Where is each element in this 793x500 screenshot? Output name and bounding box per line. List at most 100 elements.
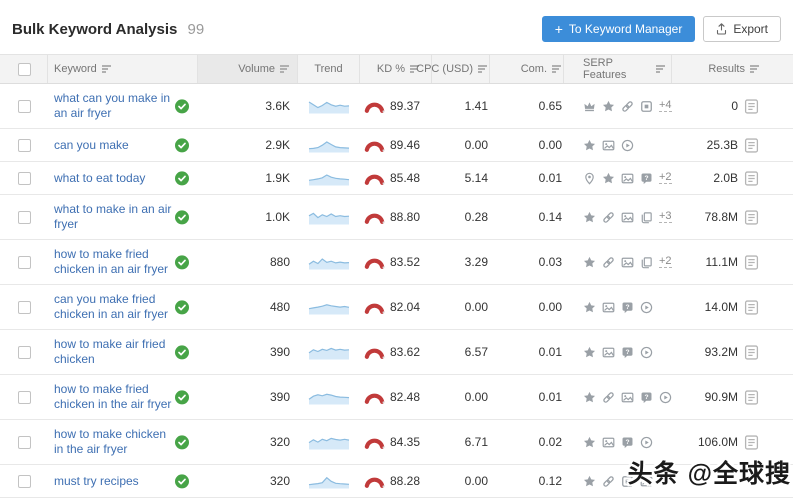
volume-value: 880 bbox=[269, 255, 290, 269]
table-row: can you make fried chicken in an air fry… bbox=[0, 285, 793, 330]
check-icon bbox=[174, 434, 190, 450]
keyword-link[interactable]: can you make fried chicken in an air fry… bbox=[54, 285, 174, 329]
trend-sparkline bbox=[307, 342, 351, 363]
cpc-value: 0.00 bbox=[464, 138, 488, 152]
bulk-keyword-analysis-page: Bulk Keyword Analysis 99 + To Keyword Ma… bbox=[0, 0, 793, 500]
kd-value: 88.80 bbox=[389, 210, 420, 224]
pages-icon bbox=[640, 256, 653, 269]
table-row: what to eat today 1.9K 85.48 5.14 0.01 ?… bbox=[0, 162, 793, 195]
column-header-results[interactable]: Results bbox=[672, 55, 769, 83]
kd-gauge-icon bbox=[364, 211, 385, 224]
sort-icon bbox=[101, 64, 111, 75]
row-checkbox-cell bbox=[12, 255, 48, 269]
keyword-link[interactable]: how to make chicken in the air fryer bbox=[54, 420, 174, 464]
card-icon bbox=[640, 100, 653, 113]
keyword-link[interactable]: can you make bbox=[54, 131, 129, 160]
faq-icon: ? bbox=[621, 346, 634, 359]
export-button[interactable]: Export bbox=[703, 16, 781, 42]
table-header-row: Keyword Volume Trend KD % CPC (USD) Com. bbox=[0, 54, 793, 84]
column-label-com: Com. bbox=[520, 63, 547, 75]
keyword-link[interactable]: what to eat today bbox=[54, 164, 145, 193]
volume-value: 3.6K bbox=[265, 99, 290, 113]
column-header-cpc[interactable]: CPC (USD) bbox=[404, 55, 490, 83]
cpc-value: 3.29 bbox=[464, 255, 488, 269]
serp-report-icon[interactable] bbox=[744, 299, 759, 315]
trend-sparkline bbox=[307, 432, 351, 453]
row-checkbox[interactable] bbox=[18, 210, 31, 224]
column-header-volume[interactable]: Volume bbox=[198, 55, 298, 83]
image-icon bbox=[602, 346, 615, 359]
serp-report-icon[interactable] bbox=[744, 434, 759, 450]
row-checkbox[interactable] bbox=[18, 255, 31, 269]
serp-features-cell: ? +2 bbox=[564, 172, 672, 185]
row-checkbox[interactable] bbox=[18, 99, 31, 113]
keyword-link[interactable]: how to make air fried chicken bbox=[54, 330, 174, 374]
image-icon bbox=[640, 475, 653, 488]
keyword-link[interactable]: what can you make in an air fryer bbox=[54, 84, 174, 128]
keyword-link[interactable]: how to make fried chicken in the air fry… bbox=[54, 375, 174, 419]
svg-text:?: ? bbox=[625, 303, 629, 310]
serp-report-icon[interactable] bbox=[744, 389, 759, 405]
results-cell: 11.1M bbox=[672, 254, 769, 270]
link-icon bbox=[602, 475, 615, 488]
results-value: 14.0M bbox=[704, 300, 738, 314]
check-icon bbox=[174, 473, 190, 489]
trend-cell bbox=[298, 432, 360, 453]
keyword-link[interactable]: must try recipes bbox=[54, 467, 139, 496]
trend-cell bbox=[298, 342, 360, 363]
star-icon bbox=[583, 391, 596, 404]
faq-icon: ? bbox=[640, 391, 653, 404]
link-icon bbox=[602, 391, 615, 404]
row-checkbox[interactable] bbox=[18, 138, 31, 152]
sort-icon bbox=[478, 64, 487, 75]
trend-cell bbox=[298, 207, 360, 228]
trend-cell bbox=[298, 168, 360, 189]
kd-gauge-icon bbox=[364, 301, 385, 314]
pages-icon bbox=[640, 211, 653, 224]
select-all-checkbox[interactable] bbox=[18, 62, 31, 76]
keyword-link[interactable]: how to make fried chicken in an air frye… bbox=[54, 240, 174, 284]
column-header-com[interactable]: Com. bbox=[490, 55, 564, 83]
row-checkbox[interactable] bbox=[18, 390, 31, 404]
row-checkbox[interactable] bbox=[18, 345, 31, 359]
serp-report-icon[interactable] bbox=[744, 170, 759, 186]
serp-report-icon[interactable] bbox=[744, 137, 759, 153]
serp-report-icon[interactable] bbox=[744, 254, 759, 270]
trend-cell bbox=[298, 387, 360, 408]
column-label-kd: KD % bbox=[376, 63, 405, 75]
sort-icon bbox=[750, 64, 759, 75]
row-checkbox[interactable] bbox=[18, 300, 31, 314]
row-checkbox[interactable] bbox=[18, 474, 31, 488]
to-keyword-manager-button[interactable]: + To Keyword Manager bbox=[541, 16, 696, 42]
column-label-volume: Volume bbox=[238, 63, 275, 75]
column-header-keyword[interactable]: Keyword bbox=[48, 55, 198, 83]
keyword-link[interactable]: what to make in an air fryer bbox=[54, 195, 174, 239]
serp-report-icon[interactable] bbox=[744, 209, 759, 225]
kd-gauge-icon bbox=[364, 139, 385, 152]
kd-gauge-icon bbox=[364, 172, 385, 185]
column-label-keyword: Keyword bbox=[54, 63, 97, 75]
serp-features-cell bbox=[564, 475, 672, 488]
row-checkbox[interactable] bbox=[18, 435, 31, 449]
trend-sparkline bbox=[307, 252, 351, 273]
serp-more-link[interactable]: +2 bbox=[659, 172, 672, 184]
keyword-cell: can you make bbox=[48, 131, 198, 160]
column-header-serp-features[interactable]: SERP Features bbox=[564, 55, 672, 83]
volume-value: 1.0K bbox=[265, 210, 290, 224]
play-icon bbox=[640, 346, 653, 359]
serp-report-icon[interactable] bbox=[744, 98, 759, 114]
cpc-value: 0.00 bbox=[464, 390, 488, 404]
serp-more-link[interactable]: +4 bbox=[659, 100, 672, 112]
com-value: 0.01 bbox=[538, 171, 562, 185]
svg-text:?: ? bbox=[644, 174, 648, 181]
volume-value: 390 bbox=[269, 345, 290, 359]
serp-more-link[interactable]: +2 bbox=[659, 256, 672, 268]
image-icon bbox=[602, 436, 615, 449]
row-checkbox[interactable] bbox=[18, 171, 31, 185]
serp-report-icon[interactable] bbox=[744, 344, 759, 360]
serp-more-link[interactable]: +3 bbox=[659, 211, 672, 223]
kd-value: 89.37 bbox=[389, 99, 420, 113]
volume-value: 320 bbox=[269, 435, 290, 449]
results-cell: 106.0M bbox=[672, 434, 769, 450]
keyword-cell: how to make fried chicken in the air fry… bbox=[48, 375, 198, 419]
